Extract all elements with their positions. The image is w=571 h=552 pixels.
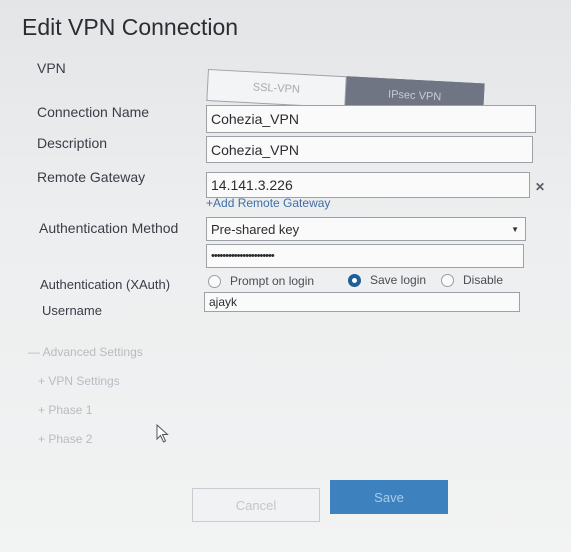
close-icon[interactable]: ✕ (535, 180, 545, 194)
remote-gateway-label: Remote Gateway (37, 169, 146, 185)
connection-name-value: Cohezia_VPN (211, 111, 299, 127)
plus-icon: + (38, 374, 46, 388)
save-button[interactable]: Save (330, 480, 448, 514)
phase-2-label: Phase 2 (48, 432, 93, 446)
radio-save-login[interactable]: Save login (348, 273, 426, 287)
connection-name-input[interactable]: Cohezia_VPN (206, 105, 536, 133)
radio-circle-selected (348, 273, 361, 287)
minus-icon: — (28, 345, 40, 359)
description-input[interactable]: Cohezia_VPN (206, 136, 533, 163)
vpn-settings-expander[interactable]: + VPN Settings (38, 374, 120, 388)
radio-prompt-on-login-label: Prompt on login (230, 274, 315, 288)
remote-gateway-input[interactable]: 14.141.3.226 (206, 172, 530, 198)
cancel-button[interactable]: Cancel (192, 488, 320, 522)
vpn-settings-label: VPN Settings (48, 374, 120, 388)
phase-2-expander[interactable]: + Phase 2 (38, 432, 92, 446)
remote-gateway-value: 14.141.3.226 (211, 177, 293, 193)
vpn-label: VPN (37, 60, 66, 76)
radio-save-login-label: Save login (370, 273, 427, 287)
ssl-vpn-option[interactable]: SSL-VPN (206, 69, 347, 109)
description-label: Description (37, 135, 108, 151)
xauth-label: Authentication (XAuth) (40, 277, 171, 292)
radio-circle (208, 274, 221, 288)
vpn-dialog: Edit VPN Connection VPN SSL-VPN IPsec VP… (0, 0, 571, 552)
plus-icon: + (38, 432, 46, 446)
auth-method-select[interactable]: Pre-shared key ▼ (206, 217, 526, 241)
username-label: Username (42, 303, 102, 318)
auth-method-value: Pre-shared key (211, 221, 300, 237)
preshared-key-input[interactable]: •••••••••••••••••••••• (206, 244, 524, 268)
phase-1-expander[interactable]: + Phase 1 (38, 403, 92, 417)
connection-name-label: Connection Name (37, 104, 150, 120)
auth-method-label: Authentication Method (39, 220, 179, 236)
plus-icon: + (38, 403, 46, 417)
radio-prompt-on-login[interactable]: Prompt on login (208, 274, 314, 288)
plus-icon: + (206, 196, 214, 210)
radio-circle (441, 273, 454, 287)
phase-1-label: Phase 1 (48, 403, 93, 417)
description-value: Cohezia_VPN (211, 141, 299, 158)
advanced-settings-toggle[interactable]: — Advanced Settings (28, 345, 143, 359)
dialog-title: Edit VPN Connection (22, 14, 239, 40)
radio-disable-label: Disable (463, 273, 504, 287)
chevron-down-icon: ▼ (511, 224, 519, 234)
radio-disable[interactable]: Disable (441, 273, 503, 287)
add-remote-gateway-link[interactable]: +Add Remote Gateway (206, 196, 330, 210)
advanced-settings-label: Advanced Settings (42, 345, 143, 359)
username-input[interactable]: ajayk (204, 292, 520, 312)
username-value: ajayk (209, 295, 238, 309)
mouse-pointer-icon (156, 424, 169, 443)
preshared-key-value: •••••••••••••••••••••• (211, 250, 275, 262)
add-remote-gateway-label: Add Remote Gateway (213, 196, 331, 210)
